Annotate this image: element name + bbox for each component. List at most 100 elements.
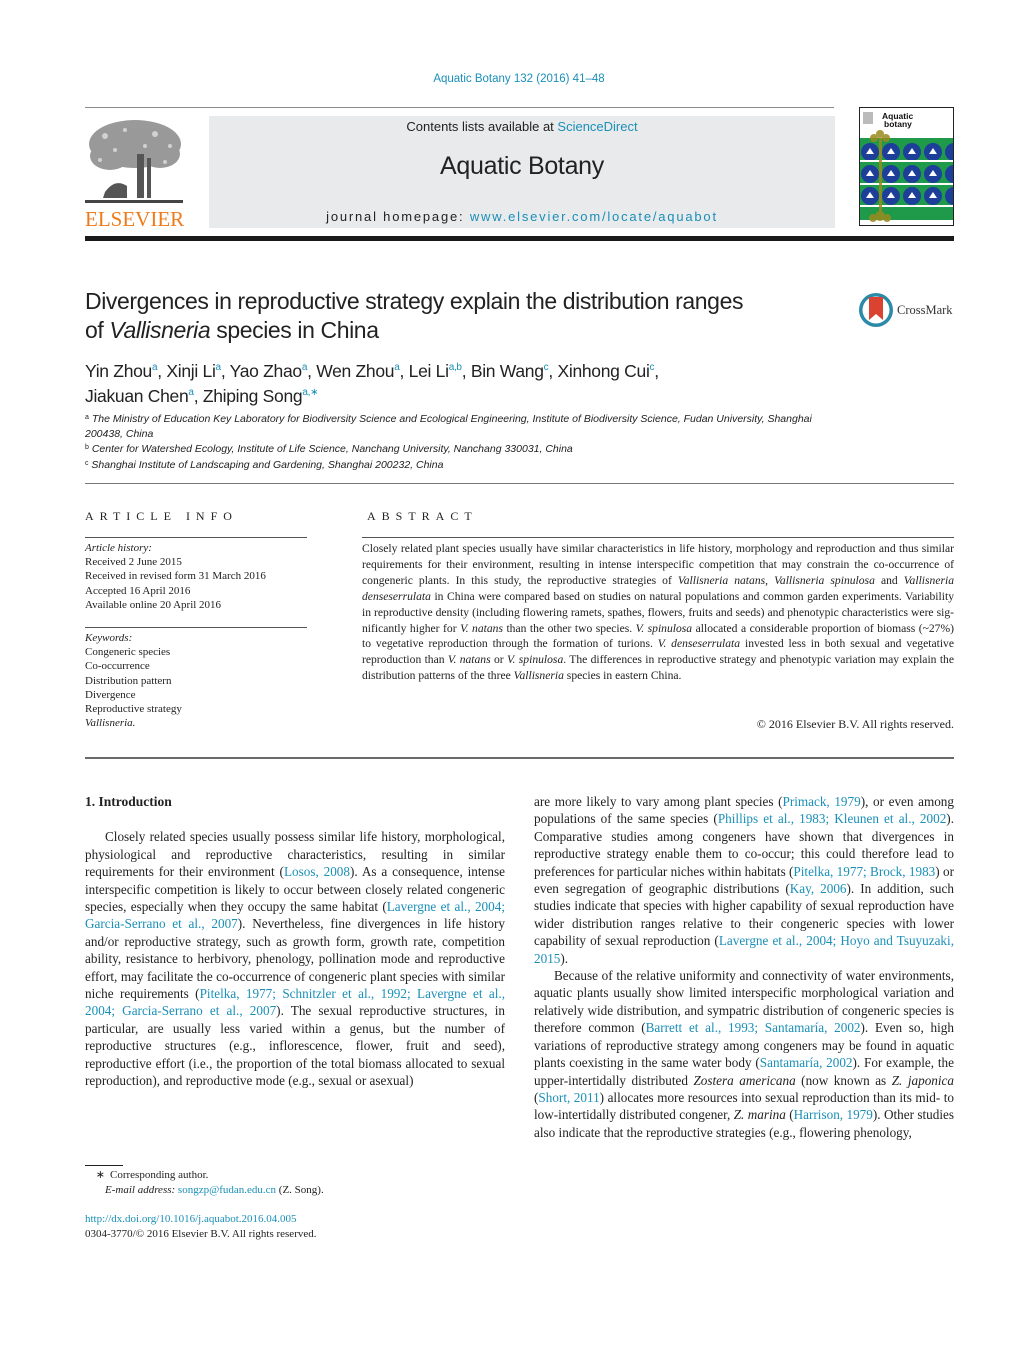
footnote-marker: ∗ <box>95 1169 105 1181</box>
divider <box>85 757 954 759</box>
divider <box>85 627 307 628</box>
article-title: Divergences in reproductive strategy exp… <box>85 287 845 345</box>
author-name[interactable]: Xinji Li <box>166 361 215 381</box>
email-link[interactable]: songzp@fudan.edu.cn <box>178 1184 276 1196</box>
history-label: Article history: <box>85 542 152 554</box>
citation-link[interactable]: Primack, 1979 <box>782 794 860 809</box>
body-column-right: are more likely to vary among plant spec… <box>534 793 954 1141</box>
author-name[interactable]: Wen Zhou <box>316 361 394 381</box>
citation-link[interactable]: Pitelka, 1977; Brock, 1983 <box>793 864 935 879</box>
body-paragraph: Closely related species usually possess … <box>85 828 505 1089</box>
affiliation: a The Ministry of Education Key Laborato… <box>85 411 845 441</box>
affiliation: c Shanghai Institute of Landscaping and … <box>85 457 845 473</box>
section-heading: 1. Introduction <box>85 794 172 809</box>
author-name[interactable]: Yao Zhao <box>230 361 303 381</box>
email-suffix: (Z. Song). <box>276 1183 324 1196</box>
italic-term: V. denseserrulata <box>657 637 741 651</box>
abstract-copyright: © 2016 Elsevier B.V. All rights reserved… <box>756 717 954 731</box>
homepage-line: journal homepage: www.elsevier.com/locat… <box>209 209 835 224</box>
history-item: Received 2 June 2015 <box>85 556 182 569</box>
author-separator: , <box>193 386 203 406</box>
crossmark-icon <box>859 293 893 327</box>
keyword: Vallisneria. <box>85 717 136 730</box>
citation-link[interactable]: Harrison, 1979 <box>794 1107 873 1122</box>
citation-link[interactable]: Phillips et al., 1983; Kleunen et al., 2… <box>718 811 946 826</box>
crossmark-label: CrossMark <box>897 303 953 317</box>
italic-term: Vallisneria spinulosa <box>774 573 875 587</box>
corresponding-label: Corresponding author. <box>110 1169 209 1181</box>
author-separator: , <box>654 361 659 381</box>
keyword: Divergence <box>85 688 136 701</box>
affiliation-marker[interactable]: a,b <box>449 362 462 373</box>
italic-term: V. natans <box>447 653 491 667</box>
journal-cover-thumbnail[interactable]: Aquatic botany <box>859 107 954 226</box>
author-name[interactable]: Yin Zhou <box>85 361 152 381</box>
homepage-link[interactable]: www.elsevier.com/locate/aquabot <box>470 209 718 224</box>
contents-line: Contents lists available at ScienceDirec… <box>209 119 835 134</box>
journal-cover-icon: Aquatic botany <box>860 108 953 225</box>
author-list: Yin Zhoua, Xinji Lia, Yao Zhaoa, Wen Zho… <box>85 357 945 407</box>
keyword: Distribution pattern <box>85 674 172 687</box>
text-run: species in eastern China. <box>563 669 682 683</box>
history-item: Received in revised form 31 March 2016 <box>85 570 266 583</box>
italic-term: Z. marina <box>733 1107 786 1123</box>
keyword: Co-occurrence <box>85 660 150 673</box>
text-run: (now known as <box>795 1072 892 1088</box>
journal-reference[interactable]: Aquatic Botany 132 (2016) 41–48 <box>0 73 1020 85</box>
sciencedirect-link[interactable]: ScienceDirect <box>557 119 637 134</box>
affiliation-text: Center for Watershed Ecology, Institute … <box>88 443 573 455</box>
citation-link[interactable]: Santamaría, 2002 <box>760 1055 853 1070</box>
history-item: Available online 20 April 2016 <box>85 598 222 611</box>
crossmark-button[interactable]: CrossMark <box>858 292 958 330</box>
italic-term: Vallisneria natans <box>677 573 766 587</box>
affiliation: b Center for Watershed Ecology, Institut… <box>85 441 845 457</box>
divider <box>85 107 834 108</box>
issn-copyright: 0304-3770/© 2016 Elsevier B.V. All right… <box>85 1227 317 1240</box>
author-name[interactable]: Xinhong Cui <box>557 361 649 381</box>
article-info-heading: ARTICLE INFO <box>85 509 238 523</box>
text-run: ( <box>785 1107 794 1123</box>
citation-link[interactable]: Short, 2011 <box>538 1090 599 1105</box>
citation-link[interactable]: Barrett et al., 1993; Santamaría, 2002 <box>646 1020 861 1035</box>
keywords-label: Keywords: <box>85 632 133 644</box>
text-run: than the other two species. <box>502 621 636 635</box>
divider <box>85 483 954 484</box>
abstract-heading: ABSTRACT <box>367 509 478 523</box>
elsevier-logo[interactable]: ELSEVIER <box>85 116 185 231</box>
author-separator: , <box>307 361 317 381</box>
header-divider <box>85 236 954 241</box>
text-run: are more likely to vary among plant spec… <box>534 794 783 809</box>
italic-term: Z. japonica <box>891 1072 954 1088</box>
author-name[interactable]: Jiakuan Chen <box>85 386 189 406</box>
italic-term: V. spinulosa <box>506 653 564 667</box>
affiliations: a The Ministry of Education Key Laborato… <box>85 411 845 472</box>
text-run: or <box>490 653 507 667</box>
divider <box>85 537 307 538</box>
affiliation-text: The Ministry of Education Key Laboratory… <box>85 413 812 440</box>
abstract-body: Closely related plant species usually ha… <box>362 541 954 684</box>
citation-link[interactable]: Kay, 2006 <box>790 881 847 896</box>
italic-term: V. natans <box>460 621 503 635</box>
divider <box>362 537 954 538</box>
italic-term: Vallisneria <box>513 669 564 683</box>
title-prefix: of <box>85 317 110 343</box>
footnote-divider <box>85 1165 123 1166</box>
citation-link[interactable]: Losos, 2008 <box>284 864 350 879</box>
affiliation-text: Shanghai Institute of Landscaping and Ga… <box>88 458 444 471</box>
text-run: , <box>765 573 775 587</box>
doi-link[interactable]: http://dx.doi.org/10.1016/j.aquabot.2016… <box>85 1212 505 1227</box>
author-name[interactable]: Lei Li <box>409 361 449 381</box>
elsevier-wordmark: ELSEVIER <box>85 207 185 231</box>
affiliation-marker[interactable]: a,∗ <box>302 387 318 398</box>
journal-header-banner: Contents lists available at ScienceDirec… <box>209 116 835 228</box>
author-name[interactable]: Bin Wang <box>471 361 544 381</box>
homepage-prefix: journal homepage: <box>326 209 470 224</box>
keyword: Reproductive strategy <box>85 703 182 716</box>
italic-term: V. spinulosa <box>635 621 693 635</box>
body-column-left: 1. Introduction Closely related species … <box>85 793 505 1090</box>
elsevier-tree-icon <box>85 116 183 204</box>
author-separator: , <box>461 361 471 381</box>
cover-title-line2: botany <box>884 119 912 129</box>
history-item: Accepted 16 April 2016 <box>85 584 191 597</box>
author-name[interactable]: Zhiping Song <box>203 386 303 406</box>
